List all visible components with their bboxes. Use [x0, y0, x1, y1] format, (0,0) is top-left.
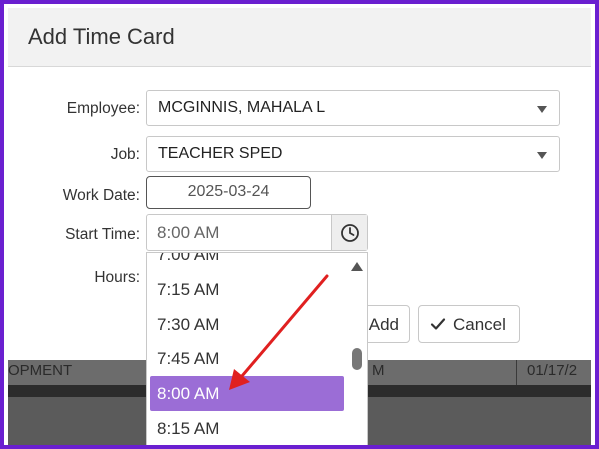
annotation-arrow: [229, 274, 329, 390]
screenshot-frame: OPMENT M 01/17/2 Add Time Card Employee:…: [0, 0, 599, 449]
